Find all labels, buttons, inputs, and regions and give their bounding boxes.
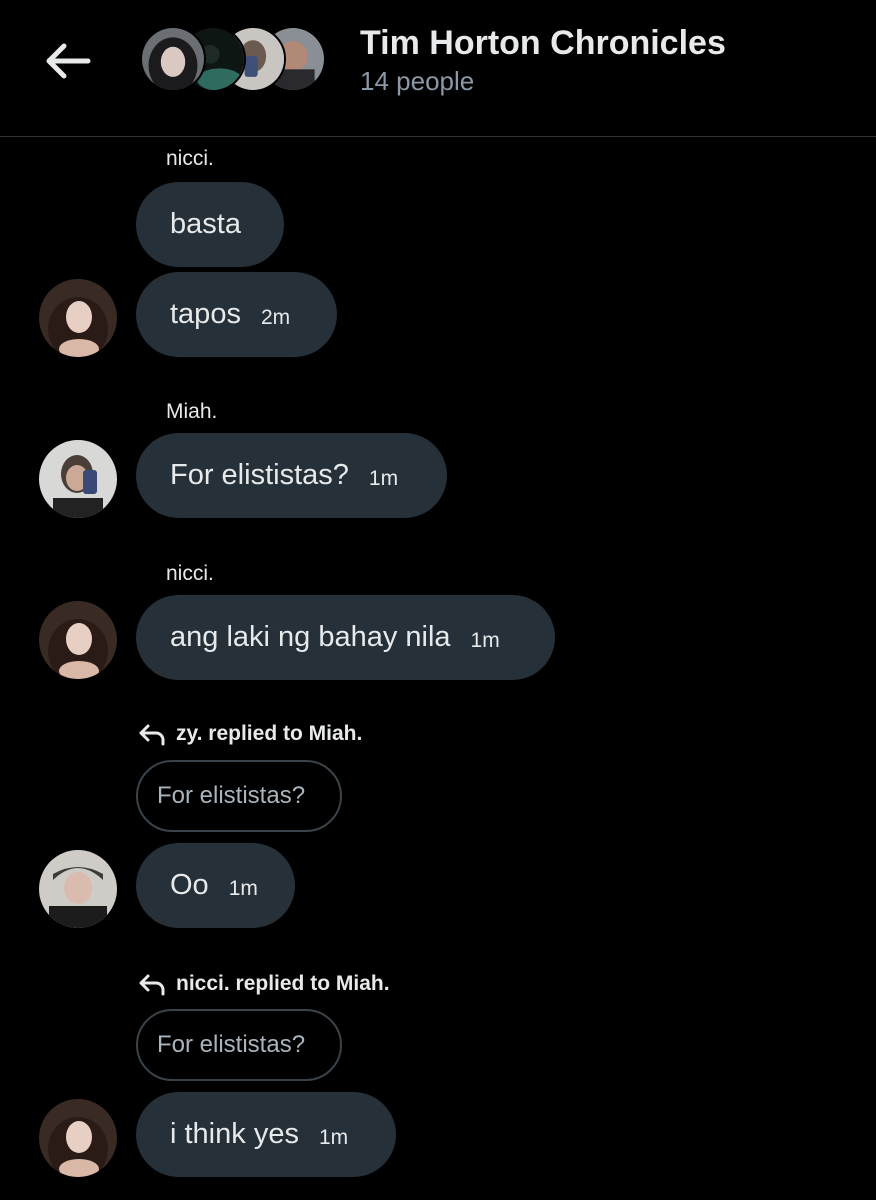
avatar[interactable] [39, 279, 117, 357]
back-button[interactable] [40, 36, 96, 86]
conversation-title[interactable]: Tim Horton Chronicles [360, 24, 726, 63]
reply-header: nicci. replied to Miah. [138, 972, 390, 996]
quoted-message[interactable]: For elististas? [136, 760, 342, 832]
reply-header-text: nicci. replied to Miah. [176, 972, 390, 995]
message-bubble[interactable]: basta [136, 182, 284, 267]
avatar[interactable] [39, 601, 117, 679]
message-bubble[interactable]: tapos 2m [136, 272, 337, 357]
message-text: For elististas? [170, 459, 349, 491]
message-timestamp: 1m [368, 466, 399, 490]
member-avatar [140, 26, 206, 92]
message-bubble[interactable]: i think yes 1m [136, 1092, 396, 1177]
sender-name: nicci. [166, 562, 214, 585]
message-text: tapos [170, 298, 241, 330]
message-timestamp: 1m [470, 628, 500, 652]
reply-icon [139, 974, 165, 996]
message-timestamp: 2m [260, 305, 291, 329]
reply-header: zy. replied to Miah. [138, 722, 362, 746]
reply-header-text: zy. replied to Miah. [176, 722, 363, 745]
sender-name: Miah. [166, 400, 218, 423]
avatar[interactable] [39, 1099, 117, 1177]
conversation-header: Tim Horton Chronicles 14 people [0, 0, 876, 137]
participant-count[interactable]: 14 people [360, 66, 474, 97]
message-timestamp: 1m [318, 1125, 349, 1149]
message-bubble[interactable]: ang laki ng bahay nila 1m [136, 595, 555, 680]
message-bubble[interactable]: Oo 1m [136, 843, 295, 928]
message-text: ang laki ng bahay nila [170, 621, 451, 653]
group-avatars[interactable] [140, 26, 330, 96]
sender-name: nicci. [166, 147, 214, 170]
message-text: i think yes [170, 1118, 299, 1150]
avatar[interactable] [39, 850, 117, 928]
quoted-text: For elististas? [157, 782, 306, 809]
message-text: basta [170, 208, 241, 240]
message-timestamp: 1m [228, 876, 258, 900]
arrow-left-icon [46, 43, 91, 79]
reply-icon [139, 724, 165, 746]
message-text: Oo [170, 869, 209, 901]
avatar[interactable] [39, 440, 117, 518]
quoted-text: For elististas? [157, 1031, 306, 1058]
quoted-message[interactable]: For elististas? [136, 1009, 342, 1081]
message-bubble[interactable]: For elististas? 1m [136, 433, 447, 518]
